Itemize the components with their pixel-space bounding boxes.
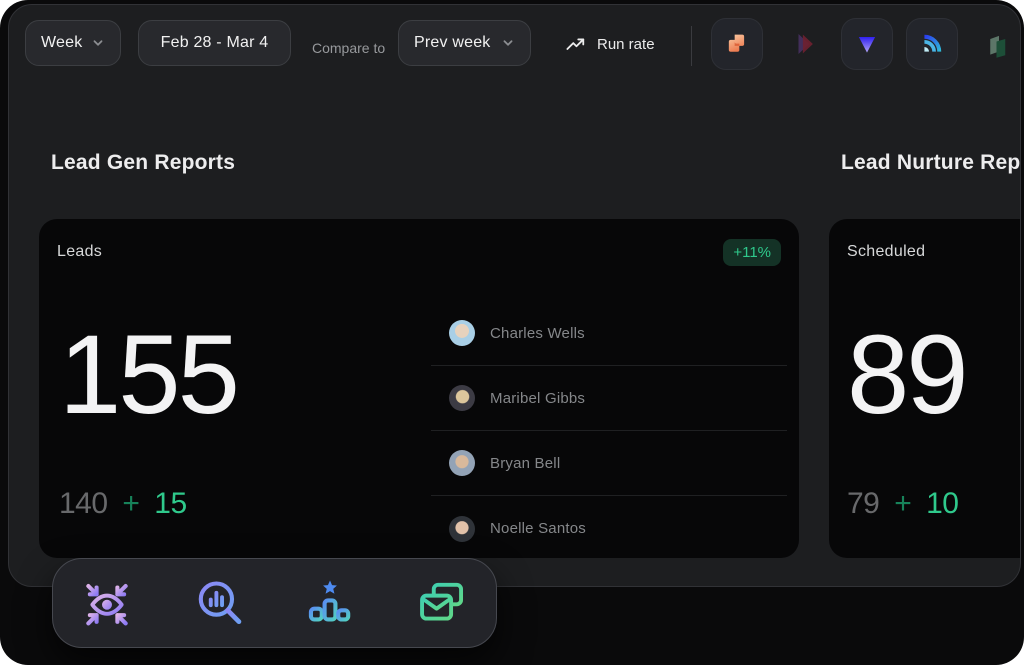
period-select-label: Week — [41, 34, 82, 52]
layered-arrow-glyph-icon — [791, 29, 821, 59]
run-rate-label: Run rate — [597, 36, 655, 53]
section-title-lead-gen: Lead Gen Reports — [51, 151, 235, 175]
scheduled-previous-row: 79 + 10 — [847, 487, 958, 521]
avatar — [449, 516, 475, 542]
scheduled-previous-value: 79 — [847, 487, 879, 520]
toolbar-divider — [691, 26, 692, 66]
focus-eye-button[interactable] — [81, 577, 133, 629]
leads-value: 155 — [59, 319, 237, 431]
email-stack-icon — [416, 577, 468, 629]
funnel-glyph-icon — [854, 31, 880, 57]
compare-to-label: Compare to — [312, 40, 385, 56]
scheduled-plus-sign: + — [894, 487, 911, 520]
scheduled-value: 89 — [847, 319, 966, 431]
date-range-button[interactable]: Feb 28 - Mar 4 — [138, 20, 291, 66]
leads-previous-row: 140 + 15 — [59, 487, 187, 521]
leads-delta-value: 15 — [154, 487, 186, 520]
layered-arrow-app-icon[interactable] — [791, 29, 821, 59]
compare-select-label: Prev week — [414, 34, 491, 52]
search-stats-icon — [193, 577, 245, 629]
list-item[interactable]: Maribel Gibbs — [431, 366, 787, 431]
leads-card[interactable]: Leads +11% 155 140 + 15 Charles Wells Ma… — [39, 219, 799, 558]
run-rate-toggle[interactable]: Run rate — [565, 34, 655, 54]
green-bars-app-icon[interactable] — [982, 27, 1016, 61]
email-stack-button[interactable] — [416, 577, 468, 629]
leads-card-title: Leads — [57, 243, 102, 261]
blocks-app-icon[interactable] — [711, 18, 763, 70]
floating-dock — [52, 558, 497, 648]
scheduled-delta-value: 10 — [926, 487, 958, 520]
ranking-star-button[interactable] — [304, 577, 356, 629]
funnel-app-icon[interactable] — [841, 18, 893, 70]
avatar — [449, 450, 475, 476]
person-name: Bryan Bell — [490, 455, 560, 472]
person-name: Maribel Gibbs — [490, 390, 585, 407]
period-select[interactable]: Week — [25, 20, 121, 66]
person-name: Charles Wells — [490, 325, 585, 342]
scheduled-card[interactable]: Scheduled 89 79 + 10 — [829, 219, 1021, 558]
search-stats-button[interactable] — [193, 577, 245, 629]
ranking-star-icon — [304, 577, 356, 629]
leads-previous-value: 140 — [59, 487, 108, 520]
arcs-glyph-icon — [918, 30, 946, 58]
leads-change-badge: +11% — [723, 239, 781, 266]
trending-up-icon — [565, 34, 587, 54]
list-item[interactable]: Noelle Santos — [431, 496, 787, 558]
section-title-lead-nurture: Lead Nurture Reports — [841, 151, 1021, 175]
dashboard-window: Week Feb 28 - Mar 4 Compare to Prev week… — [8, 4, 1021, 587]
focus-eye-icon — [81, 577, 133, 629]
dashboard-frame: Week Feb 28 - Mar 4 Compare to Prev week… — [0, 0, 1024, 665]
green-bars-glyph-icon — [984, 29, 1014, 59]
compare-select[interactable]: Prev week — [398, 20, 531, 66]
list-item[interactable]: Charles Wells — [431, 301, 787, 366]
avatar — [449, 320, 475, 346]
chevron-down-icon — [501, 36, 515, 50]
list-item[interactable]: Bryan Bell — [431, 431, 787, 496]
arcs-app-icon[interactable] — [906, 18, 958, 70]
chevron-down-icon — [91, 36, 105, 50]
scheduled-card-title: Scheduled — [847, 243, 925, 261]
person-name: Noelle Santos — [490, 520, 586, 537]
blocks-glyph-icon — [723, 30, 751, 58]
date-range-label: Feb 28 - Mar 4 — [161, 34, 269, 52]
leads-plus-sign: + — [122, 487, 139, 520]
avatar — [449, 385, 475, 411]
